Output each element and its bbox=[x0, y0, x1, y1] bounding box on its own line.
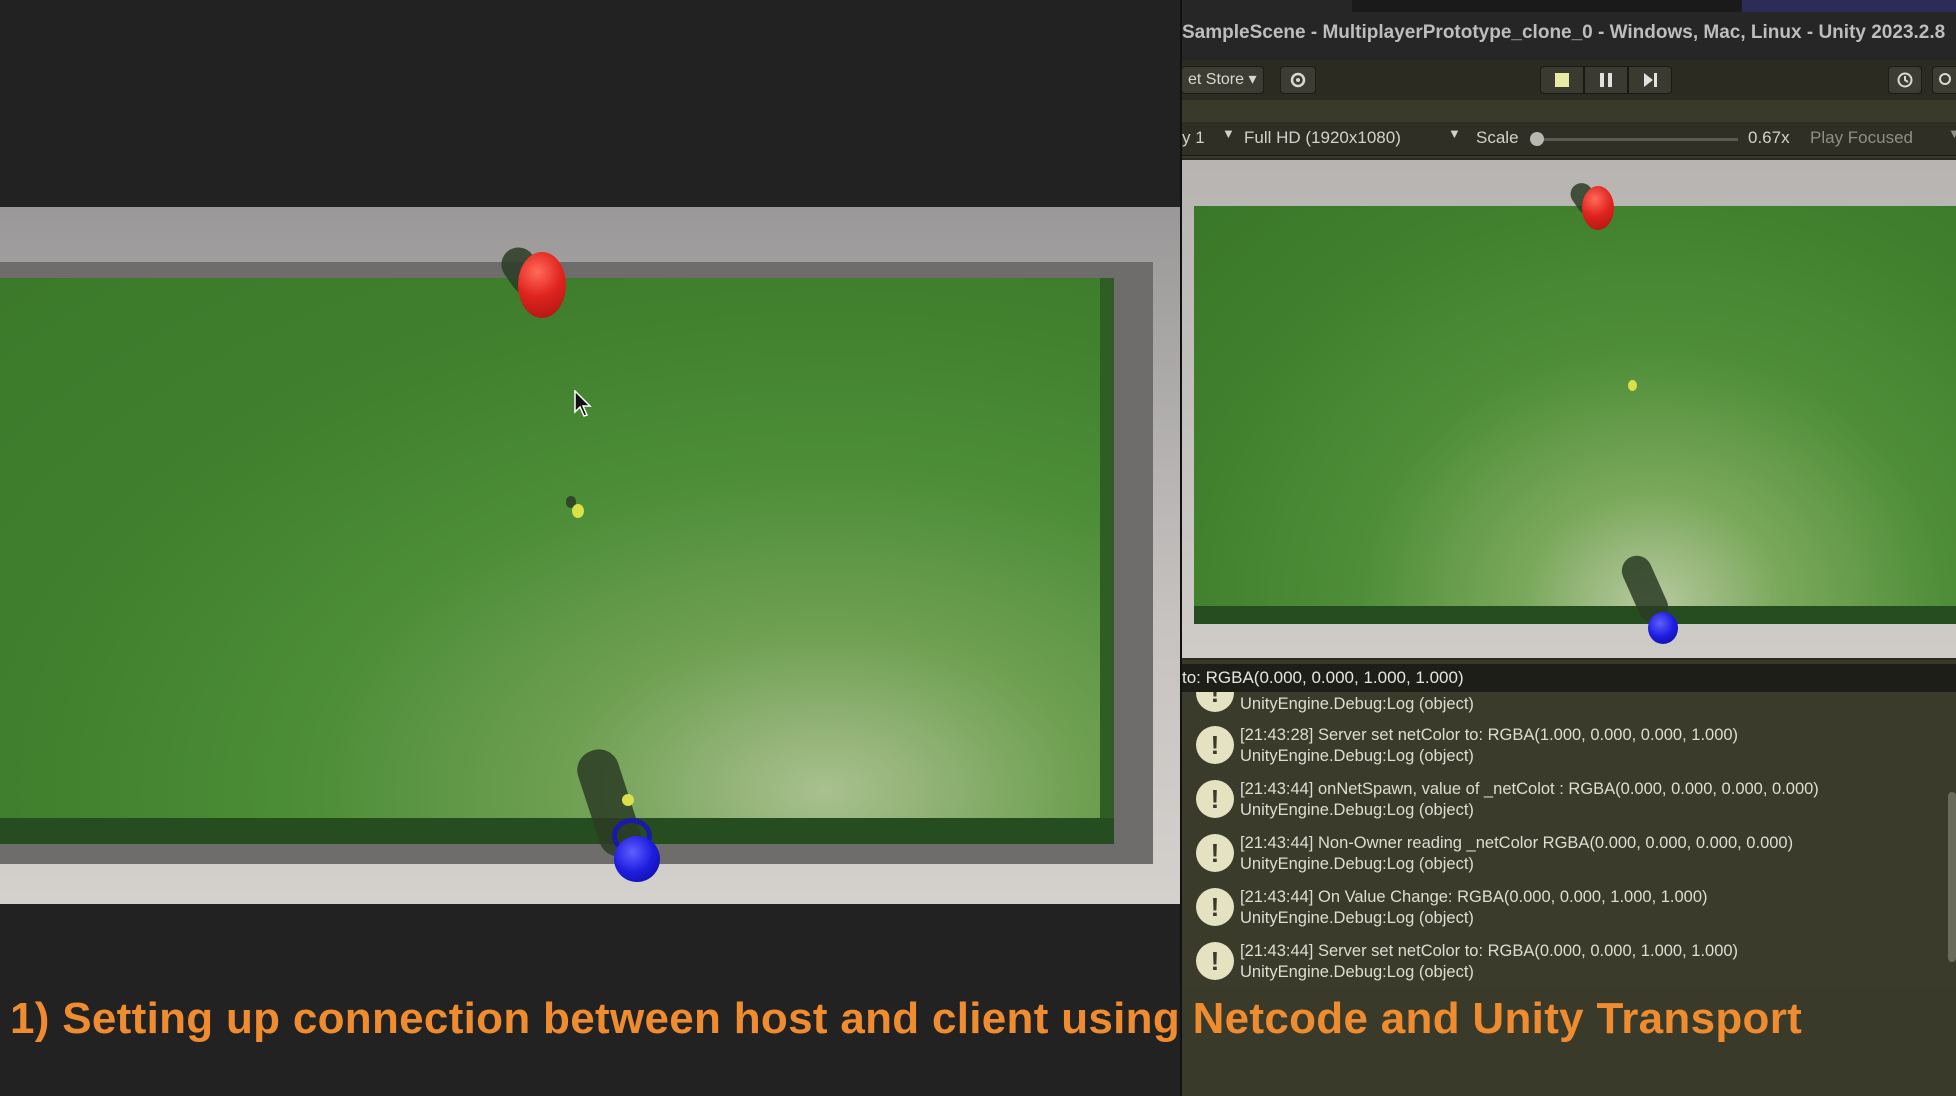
log-source: UnityEngine.Debug:Log (object) bbox=[1240, 963, 1474, 981]
warning-icon: ! bbox=[1196, 834, 1234, 872]
arena-floor bbox=[1194, 206, 1956, 606]
video-caption: 1) Setting up connection between host an… bbox=[10, 994, 1803, 1043]
title-bar: SampleScene - MultiplayerPrototype_clone… bbox=[1182, 0, 1956, 66]
game-view-toolbar: y 1 ▼ Full HD (1920x1080) ▼ Scale 0.67x … bbox=[1182, 122, 1956, 156]
warning-icon: ! bbox=[1196, 726, 1234, 764]
arena-bottom-wall bbox=[0, 818, 1114, 844]
scale-slider[interactable] bbox=[1530, 132, 1738, 146]
window-title: SampleScene - MultiplayerPrototype_clone… bbox=[1182, 22, 1946, 43]
play-mode-dropdown[interactable]: Play Focused bbox=[1810, 128, 1913, 148]
step-button[interactable] bbox=[1628, 66, 1672, 94]
log-message: [21:43:44] On Value Change: RGBA(0.000, … bbox=[1240, 888, 1708, 906]
log-message: [21:43:44] Server set netColor to: RGBA(… bbox=[1240, 942, 1739, 960]
scale-value: 0.67x bbox=[1748, 128, 1790, 147]
log-message: [21:43:28] Server set netColor to: RGBA(… bbox=[1240, 726, 1739, 744]
log-message: [21:43:44] Non-Owner reading _netColor R… bbox=[1240, 834, 1794, 852]
ball bbox=[572, 504, 584, 518]
warning-icon: ! bbox=[1196, 780, 1234, 818]
blue-player bbox=[614, 836, 660, 882]
list-item[interactable]: ! [21:43:44] Server set netColor to: RGB… bbox=[1182, 934, 1942, 988]
list-item[interactable]: ! [21:43:44] Non-Owner reading _netColor… bbox=[1182, 826, 1942, 880]
history-icon[interactable] bbox=[1888, 66, 1922, 94]
arena-floor bbox=[0, 278, 1100, 818]
log-message: [21:43:44] onNetSpawn, value of _netColo… bbox=[1240, 780, 1819, 798]
mouse-cursor-icon bbox=[574, 390, 592, 417]
list-item[interactable]: ! UnityEngine.Debug:Log (object) bbox=[1182, 692, 1942, 720]
warning-icon: ! bbox=[1196, 888, 1234, 926]
arena-right-wall bbox=[1100, 278, 1114, 818]
list-item[interactable]: ! [21:43:44] onNetSpawn, value of _netCo… bbox=[1182, 772, 1942, 826]
warning-icon: ! bbox=[1196, 692, 1234, 712]
scale-label: Scale bbox=[1476, 128, 1519, 147]
gear-icon[interactable] bbox=[1280, 66, 1316, 94]
list-item[interactable]: ! [21:43:28] Server set netColor to: RGB… bbox=[1182, 718, 1942, 772]
console-status-line: to: RGBA(0.000, 0.000, 1.000, 1.000) bbox=[1182, 664, 1956, 692]
stop-button[interactable] bbox=[1540, 66, 1584, 94]
host-game-view[interactable] bbox=[0, 0, 1180, 1096]
console-panel: ! UnityEngine.Debug:Log (object) ! [21:4… bbox=[1182, 692, 1956, 988]
asset-store-button[interactable]: et Store ▾ bbox=[1182, 66, 1264, 94]
arena-bottom-wall bbox=[1194, 606, 1956, 624]
red-player bbox=[1582, 186, 1614, 230]
blue-player bbox=[1648, 612, 1678, 644]
ball bbox=[1628, 380, 1637, 391]
search-icon[interactable] bbox=[1932, 66, 1956, 94]
console-scrollbar[interactable] bbox=[1948, 792, 1956, 962]
log-source: UnityEngine.Debug:Log (object) bbox=[1240, 855, 1474, 873]
main-toolbar: et Store ▾ bbox=[1182, 60, 1956, 100]
stop-icon bbox=[1555, 73, 1569, 87]
display-dropdown[interactable]: y 1 bbox=[1182, 128, 1205, 148]
list-item[interactable]: ! [21:43:44] On Value Change: RGBA(0.000… bbox=[1182, 880, 1942, 934]
log-source: UnityEngine.Debug:Log (object) bbox=[1240, 909, 1474, 927]
client-game-view[interactable] bbox=[1182, 158, 1956, 660]
step-icon bbox=[1644, 73, 1657, 87]
resolution-dropdown[interactable]: Full HD (1920x1080) bbox=[1244, 128, 1401, 148]
warning-icon: ! bbox=[1196, 942, 1234, 980]
chevron-down-icon: ▼ bbox=[1222, 126, 1235, 141]
pause-button[interactable] bbox=[1584, 66, 1628, 94]
red-player bbox=[518, 252, 566, 318]
log-source: UnityEngine.Debug:Log (object) bbox=[1240, 747, 1474, 765]
pause-icon bbox=[1600, 73, 1612, 87]
top-strip-accent bbox=[1742, 0, 1956, 12]
chevron-down-icon: ▼ bbox=[1948, 126, 1956, 141]
scale-slider-handle[interactable] bbox=[1530, 132, 1544, 146]
log-source: UnityEngine.Debug:Log (object) bbox=[1240, 801, 1474, 819]
blue-ball bbox=[622, 794, 634, 806]
unity-editor-window: SampleScene - MultiplayerPrototype_clone… bbox=[1180, 0, 1956, 1096]
log-source: UnityEngine.Debug:Log (object) bbox=[1240, 695, 1474, 713]
chevron-down-icon: ▼ bbox=[1448, 126, 1461, 141]
